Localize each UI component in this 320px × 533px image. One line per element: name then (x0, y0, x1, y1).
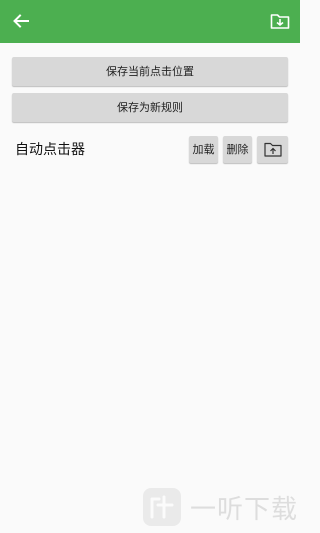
folder-upload-icon (263, 142, 282, 157)
delete-rule-button[interactable]: 删除 (223, 136, 252, 163)
save-current-position-button[interactable]: 保存当前点击位置 (12, 57, 288, 86)
upload-rule-button[interactable] (257, 136, 288, 163)
folder-download-icon[interactable] (270, 11, 290, 31)
save-new-rule-button[interactable]: 保存为新规则 (12, 93, 288, 122)
watermark: 一听下载 (142, 487, 298, 527)
app-toolbar (0, 0, 300, 43)
load-rule-button[interactable]: 加载 (189, 136, 218, 163)
watermark-text: 一听下载 (189, 494, 298, 525)
back-arrow-icon[interactable] (12, 12, 30, 30)
watermark-logo-icon (142, 488, 181, 526)
rule-name-label: 自动点击器 (15, 142, 85, 158)
